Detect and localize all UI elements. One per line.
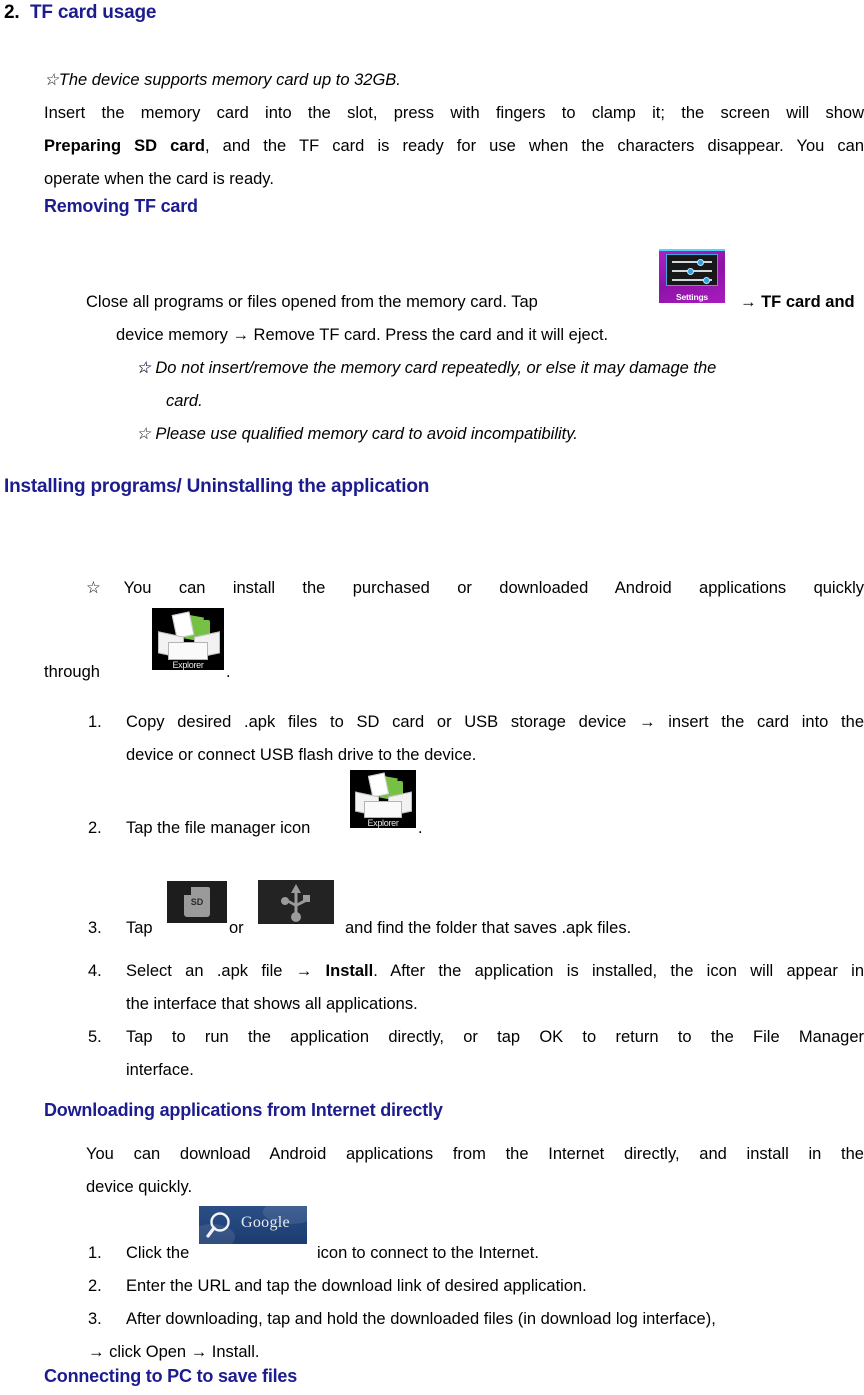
installing-programs-heading: Installing programs/ Uninstalling the ap… <box>4 476 430 497</box>
list-item-number: 2. <box>88 819 102 837</box>
sd-card-label: SD <box>190 897 204 907</box>
settings-slider-track-1 <box>672 261 712 263</box>
insert-line-1: Insert the memory card into the slot, pr… <box>44 104 864 122</box>
list-item: 3. After downloading, tap and hold the d… <box>88 1303 864 1369</box>
installing-intro-line-1: ☆You can install the purchased or downlo… <box>86 572 864 605</box>
settings-slider-knob-3 <box>703 276 710 284</box>
step4-line1: Select an .apk file → Install. After the… <box>126 955 864 988</box>
list-item-text: Enter the URL and tap the download link … <box>126 1277 587 1295</box>
insert-line-2: Preparing SD card, and the TF card is re… <box>44 130 864 163</box>
list-item-number: 5. <box>88 1028 102 1046</box>
insert-paragraph: Insert the memory card into the slot, pr… <box>44 97 864 196</box>
step2-text-after-icon: . <box>418 819 423 837</box>
install-bold: Install <box>325 962 374 980</box>
installing-intro-text: ☆You can install the purchased or downlo… <box>86 579 864 597</box>
dl-step1-after-icon: icon to connect to the Internet. <box>317 1244 539 1262</box>
through-text: through <box>44 663 100 681</box>
close-programs-after-icon: → TF card and <box>740 286 864 319</box>
device-memory-line: device memory → Remove TF card. Press th… <box>116 326 609 344</box>
step2-text-before-icon: Tap the file manager icon <box>126 819 311 837</box>
removing-tf-card-heading: Removing TF card <box>44 196 198 216</box>
step5-line1: Tap to run the application directly, or … <box>126 1028 864 1046</box>
document-page: 2. TF card usage ☆The device supports me… <box>0 0 864 1395</box>
downloading-intro-line1: You can download Android applications fr… <box>86 1145 864 1163</box>
sd-card-notch <box>184 887 191 895</box>
downloading-intro: You can download Android applications fr… <box>86 1138 864 1204</box>
list-item-number: 3. <box>88 1310 102 1328</box>
step4-after-bold: . After the application is installed, th… <box>373 962 864 980</box>
downloading-intro-line2: device quickly. <box>86 1178 193 1196</box>
memory-card-note: ☆The device supports memory card up to 3… <box>44 71 401 89</box>
close-programs-text-before-icon: Close all programs or files opened from … <box>86 293 538 311</box>
tf-card-and-text: → TF card and <box>740 293 855 311</box>
list-item-number: 3. <box>88 919 102 937</box>
list-item-number: 4. <box>88 962 102 980</box>
settings-icon-panel <box>666 254 718 286</box>
dl-step3-line2: → click Open → Install. <box>88 1343 260 1361</box>
insert-line-2-rest: , and the TF card is ready for use when … <box>204 137 864 155</box>
list-item-number: 2. <box>88 1277 102 1295</box>
list-item: 5. Tap to run the application directly, … <box>88 1021 864 1087</box>
list-item-text: Select an .apk file → Install. After the… <box>126 955 864 1021</box>
step5-line2: interface. <box>126 1061 194 1079</box>
step1-line1: Copy desired .apk files to SD card or US… <box>126 713 864 731</box>
list-item-number: 1. <box>88 713 102 731</box>
step4-before-bold: Select an .apk file → <box>126 962 326 980</box>
list-item: 2. Enter the URL and tap the download li… <box>88 1270 864 1303</box>
warning-2: ☆ Please use qualified memory card to av… <box>136 425 578 443</box>
google-label: Google <box>241 1214 290 1231</box>
list-item-text: Tap to run the application directly, or … <box>126 1021 864 1087</box>
settings-slider-knob-1 <box>697 258 704 266</box>
page-title: TF card usage <box>30 2 157 23</box>
step3-text-after-icon: and find the folder that saves .apk file… <box>345 919 632 937</box>
list-item-text: Tap the file manager icon <box>126 812 864 845</box>
list-item-number: 1. <box>88 1244 102 1262</box>
section-number: 2. <box>4 2 20 23</box>
dl-step3-line1: After downloading, tap and hold the down… <box>126 1310 716 1328</box>
list-item-text: Copy desired .apk files to SD card or US… <box>126 706 864 772</box>
step1-line2: device or connect USB flash drive to the… <box>126 746 477 764</box>
explorer-icon-label: Explorer <box>172 660 204 670</box>
explorer-box-front <box>168 642 208 660</box>
explorer-icon[interactable]: Explorer <box>152 608 224 670</box>
insert-line-3: operate when the card is ready. <box>44 170 274 188</box>
list-item-text: After downloading, tap and hold the down… <box>88 1303 864 1369</box>
warning-1-cont: card. <box>166 392 203 410</box>
step3-text-between-icons: or <box>229 919 244 937</box>
settings-slider-knob-2 <box>687 267 694 275</box>
list-item: 4. Select an .apk file → Install. After … <box>88 955 864 1021</box>
connecting-to-pc-heading: Connecting to PC to save files <box>44 1366 298 1386</box>
list-item: 1. Copy desired .apk files to SD card or… <box>88 706 864 772</box>
through-period: . <box>226 663 231 681</box>
step4-line2: the interface that shows all application… <box>126 995 418 1013</box>
preparing-sd-card-bold: Preparing SD card <box>44 137 205 155</box>
downloading-applications-heading: Downloading applications from Internet d… <box>44 1100 443 1120</box>
warning-1-full: ☆ Do not insert/remove the memory card r… <box>136 359 717 377</box>
step3-text-before-icon: Tap <box>126 919 153 937</box>
dl-step1-before-icon: Click the <box>126 1244 190 1262</box>
